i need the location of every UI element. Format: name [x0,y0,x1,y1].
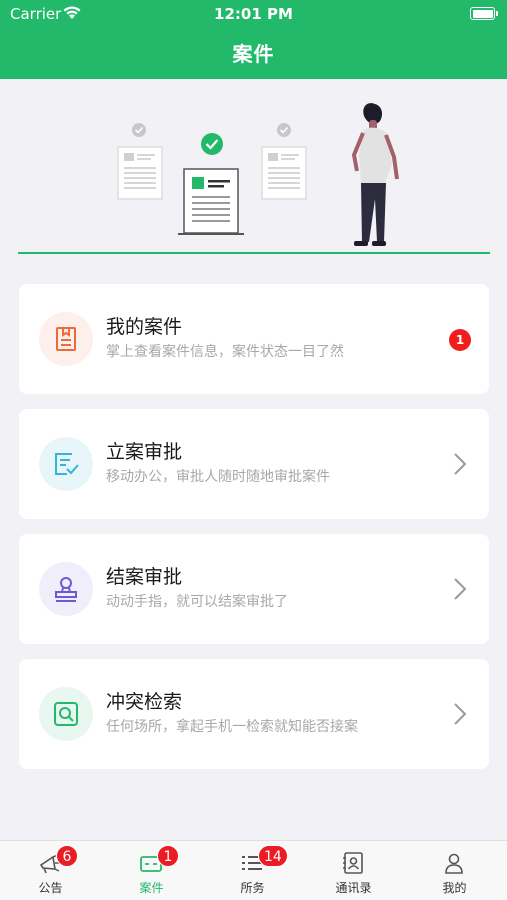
document-right-illustration [261,123,307,200]
nav-header: Carrier 12:01 PM 案件 [0,0,507,79]
tab-badge: 6 [56,845,78,867]
tab-contacts[interactable]: 通讯录 [303,841,404,900]
status-time: 12:01 PM [214,5,293,23]
person-illustration [351,103,399,246]
document-icon [39,312,93,366]
approval-check-icon [39,437,93,491]
chevron-right-icon [454,578,467,600]
search-icon [39,687,93,741]
tab-office-affairs[interactable]: 所务 14 [202,841,303,900]
my-cases-card[interactable]: 我的案件 掌上查看案件信息，案件状态一目了然 1 [19,284,489,394]
tab-label: 我的 [442,881,467,895]
tab-label: 所务 [240,881,265,895]
card-description: 任何场所，拿起手机一检索就知能否接案 [106,719,358,735]
card-description: 动动手指，就可以结案审批了 [106,594,288,610]
tab-label: 案件 [139,881,164,895]
card-title: 冲突检索 [106,691,183,713]
tab-profile[interactable]: 我的 [404,841,505,900]
card-description: 掌上查看案件信息，案件状态一目了然 [106,344,344,360]
document-center-illustration [178,133,244,235]
status-bar: Carrier 12:01 PM [0,0,507,28]
contacts-icon [343,852,363,874]
battery-icon [470,7,498,20]
tab-badge: 1 [157,845,179,867]
hero-illustration [18,103,490,254]
chevron-right-icon [454,453,467,475]
card-title: 立案审批 [106,441,183,463]
card-title: 我的案件 [106,316,183,338]
page-title: 案件 [232,42,275,66]
closing-approval-card[interactable]: 结案审批 动动手指，就可以结案审批了 [19,534,489,644]
tab-badge: 14 [258,845,288,867]
filing-approval-card[interactable]: 立案审批 移动办公，审批人随时随地审批案件 [19,409,489,519]
tab-label: 通讯录 [335,881,372,895]
tab-bar: 公告 6 案件 1 所务 14 通讯录 我的 [0,840,507,900]
card-title: 结案审批 [106,566,183,588]
tab-announcements[interactable]: 公告 6 [0,841,101,900]
stamp-icon [39,562,93,616]
document-left-illustration [117,123,163,200]
ground-line [18,252,490,254]
tab-cases[interactable]: 案件 1 [101,841,202,900]
card-description: 移动办公，审批人随时随地审批案件 [106,469,330,485]
profile-icon [445,853,463,874]
chevron-right-icon [454,703,467,725]
tab-label: 公告 [38,881,63,895]
conflict-search-card[interactable]: 冲突检索 任何场所，拿起手机一检索就知能否接案 [19,659,489,769]
notification-badge: 1 [449,329,471,351]
